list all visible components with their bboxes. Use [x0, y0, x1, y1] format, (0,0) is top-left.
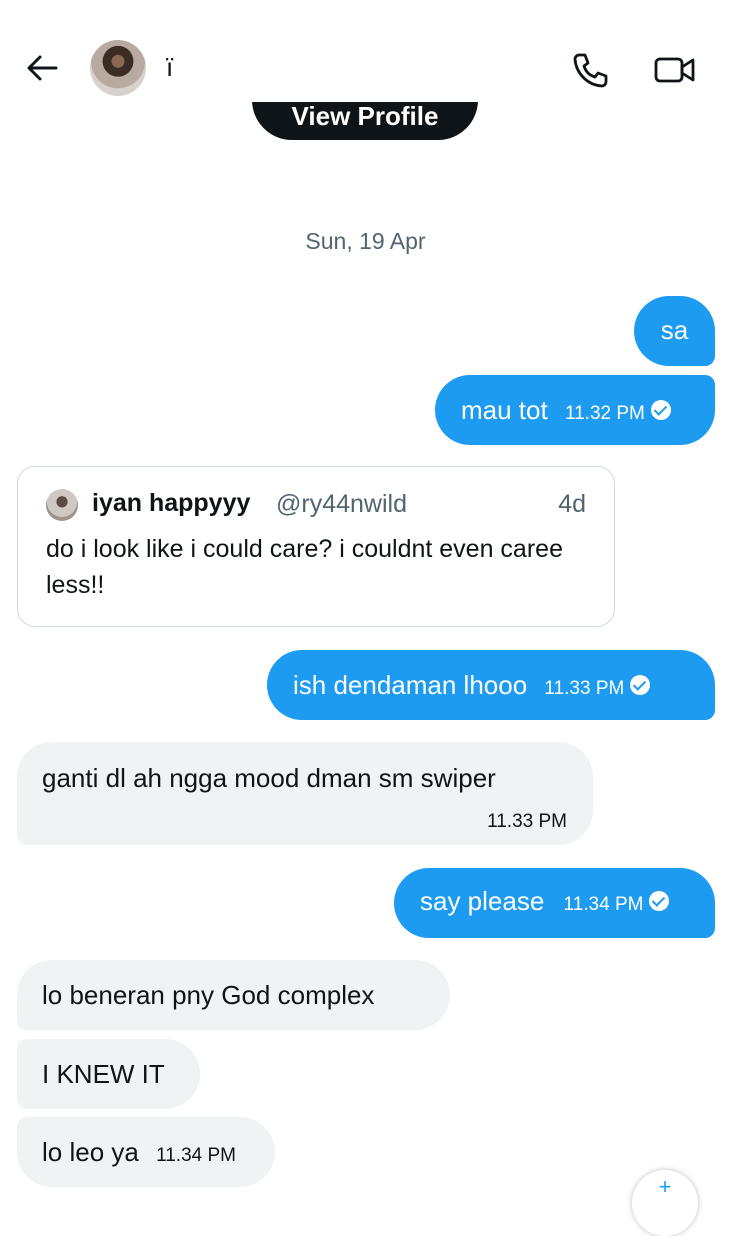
message-bubble-outgoing[interactable]: sa	[634, 296, 715, 366]
message-text: ish dendaman lhooo	[293, 670, 528, 700]
message-bubble-outgoing[interactable]: mau tot 11.32 PM	[435, 375, 715, 445]
video-call-button[interactable]	[652, 50, 698, 90]
message-text: ganti dl ah ngga mood dman sm swiper	[42, 763, 496, 793]
scroll-to-bottom-button[interactable]: +	[632, 1170, 698, 1236]
quoted-tweet-handle: @ry44nwild	[276, 490, 407, 518]
chevron-down-icon: +	[658, 1174, 672, 1199]
message-bubble-incoming[interactable]: ganti dl ah ngga mood dman sm swiper 11.…	[17, 742, 593, 845]
arrow-left-icon	[27, 55, 58, 81]
message-text: lo beneran pny God complex	[42, 980, 375, 1010]
message-text: I KNEW IT	[42, 1059, 165, 1089]
message-bubble-incoming[interactable]: lo leo ya 11.34 PM	[17, 1117, 275, 1187]
view-profile-label: View Profile	[291, 101, 439, 131]
message-text: mau tot	[461, 395, 548, 425]
avatar[interactable]	[90, 40, 146, 96]
message-text: say please	[420, 886, 545, 916]
message-time: 11.32 PM	[564, 403, 645, 424]
message-text: sa	[660, 315, 689, 345]
conversation-header: ï	[0, 0, 731, 102]
back-button[interactable]	[22, 48, 62, 88]
check-circle-icon	[649, 891, 670, 912]
contact-name: ï	[166, 52, 174, 82]
check-circle-icon	[630, 675, 651, 696]
quoted-tweet-text: do i look like i could care? i couldnt e…	[46, 535, 563, 599]
message-text: lo leo ya	[42, 1137, 139, 1167]
message-bubble-outgoing[interactable]: ish dendaman lhooo 11.33 PM	[267, 650, 715, 720]
quoted-tweet-author-name: iyan happyyy	[92, 489, 251, 517]
check-circle-icon	[650, 400, 671, 421]
video-camera-icon	[654, 57, 695, 83]
message-time: 11.34 PM	[563, 894, 644, 915]
date-separator: Sun, 19 Apr	[305, 228, 426, 254]
message-bubble-incoming[interactable]: I KNEW IT	[17, 1039, 200, 1109]
message-time: 11.34 PM	[156, 1145, 236, 1166]
quoted-tweet-card[interactable]: iyan happyyy @ry44nwild 4d do i look lik…	[17, 466, 615, 627]
message-bubble-outgoing[interactable]: say please 11.34 PM	[394, 868, 715, 938]
phone-icon	[573, 53, 608, 88]
message-time: 11.33 PM	[487, 811, 567, 832]
quoted-tweet-age: 4d	[558, 490, 586, 518]
message-time: 11.33 PM	[544, 678, 625, 699]
avatar	[46, 489, 78, 521]
call-button[interactable]	[570, 50, 610, 90]
message-bubble-incoming[interactable]: lo beneran pny God complex	[17, 960, 450, 1030]
